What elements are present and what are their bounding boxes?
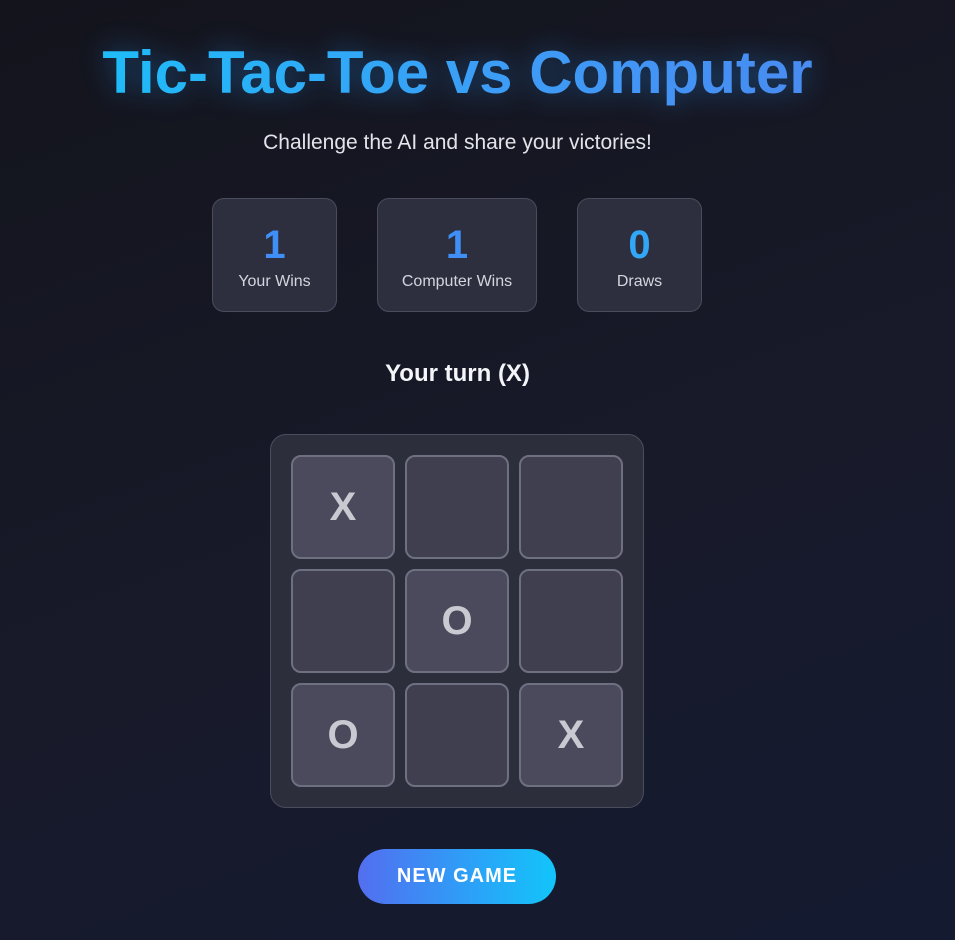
turn-status: Your turn (X): [385, 360, 530, 387]
stat-label: Draws: [616, 273, 663, 290]
stat-value: 1: [263, 223, 286, 267]
stat-computer-wins: 1 Computer Wins: [377, 198, 537, 312]
stat-value: 0: [628, 223, 651, 267]
board-cell-3[interactable]: [519, 455, 623, 559]
stat-value: 1: [445, 223, 469, 267]
board-cell-4[interactable]: [291, 569, 395, 673]
page-subtitle: Challenge the AI and share your victorie…: [263, 131, 652, 154]
board-cell-2[interactable]: [405, 455, 509, 559]
board-cell-8[interactable]: [405, 683, 509, 787]
page-title: Tic-Tac-Toe vs Computer: [0, 38, 915, 107]
game-page: Tic-Tac-Toe vs Computer Challenge the AI…: [0, 0, 955, 940]
game-board: X O O X: [270, 434, 644, 808]
stat-draws: 0 Draws: [577, 198, 702, 312]
new-game-button[interactable]: NEW GAME: [358, 849, 556, 904]
stat-label: Your Wins: [238, 273, 311, 290]
board-cell-1[interactable]: X: [291, 455, 395, 559]
board-cell-5[interactable]: O: [405, 569, 509, 673]
board-cell-9[interactable]: X: [519, 683, 623, 787]
board-cell-7[interactable]: O: [291, 683, 395, 787]
stat-label: Computer Wins: [401, 273, 513, 290]
stat-your-wins: 1 Your Wins: [212, 198, 337, 312]
board-cell-6[interactable]: [519, 569, 623, 673]
